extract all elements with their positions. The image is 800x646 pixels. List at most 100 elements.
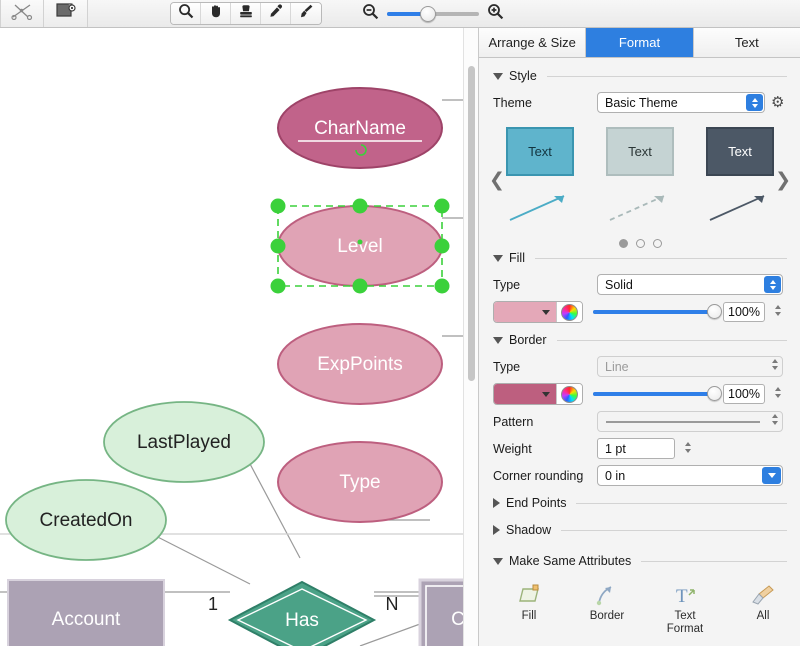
- handle-middle-left: [270, 238, 286, 254]
- fill-opacity-value[interactable]: 100%: [723, 302, 765, 322]
- container-tool-button[interactable]: [44, 0, 88, 27]
- connector-tool-button[interactable]: [0, 0, 44, 27]
- make-same-all-button[interactable]: All: [735, 577, 791, 636]
- fill-color-control[interactable]: [493, 301, 583, 323]
- attr-charname[interactable]: CharName: [277, 87, 443, 169]
- theme-pagination[interactable]: [479, 239, 800, 248]
- section-endpoints-header[interactable]: End Points: [479, 493, 800, 513]
- fill-color-row: 100%: [479, 301, 800, 323]
- border-weight-value: 1 pt: [605, 441, 626, 456]
- handle-top-center: [352, 198, 368, 214]
- canvas-vertical-scrollbar[interactable]: [463, 28, 478, 646]
- border-pattern-stepper[interactable]: [772, 414, 778, 425]
- hand-icon: [208, 3, 224, 24]
- theme-gallery: ❮ ❯ Text Text Text: [479, 121, 800, 248]
- theme-thumbnail-2[interactable]: Text: [606, 127, 674, 229]
- border-opacity-knob[interactable]: [707, 386, 722, 401]
- section-make-same-header[interactable]: Make Same Attributes: [479, 551, 800, 571]
- border-opacity-slider[interactable]: [593, 386, 722, 401]
- border-type-stepper[interactable]: [772, 359, 778, 370]
- make-same-border-label: Border: [589, 610, 625, 622]
- border-weight-stepper[interactable]: [678, 439, 691, 459]
- border-color-wheel-button[interactable]: [556, 384, 582, 404]
- page-dot-3[interactable]: [652, 239, 662, 248]
- theme-stepper[interactable]: [746, 94, 763, 111]
- eyedropper-tool-button[interactable]: [261, 3, 291, 24]
- fill-type-stepper[interactable]: [764, 276, 781, 293]
- chevron-right-icon[interactable]: ❯: [775, 169, 791, 191]
- canvas-scroll-thumb[interactable]: [468, 66, 475, 381]
- fill-color-swatch[interactable]: [494, 302, 556, 322]
- border-opacity-value[interactable]: 100%: [723, 384, 765, 404]
- fill-color-wheel-button[interactable]: [556, 302, 582, 322]
- border-pattern-select[interactable]: [597, 411, 783, 432]
- tab-text[interactable]: Text: [693, 28, 800, 57]
- fill-opacity-slider[interactable]: [593, 304, 722, 319]
- attr-exppoints[interactable]: ExpPoints: [277, 323, 443, 405]
- theme-thumbnail-3[interactable]: Text: [706, 127, 774, 229]
- zoom-slider-knob[interactable]: [420, 6, 437, 22]
- make-same-text-format-button[interactable]: T Text Format: [657, 577, 713, 636]
- fill-opacity-stepper[interactable]: [768, 302, 781, 322]
- entity-account[interactable]: Account: [7, 579, 165, 646]
- attr-lastplayed[interactable]: LastPlayed: [103, 401, 265, 483]
- section-fill-title: Fill: [509, 251, 525, 265]
- border-type-select[interactable]: Line: [597, 356, 783, 377]
- attr-exppoints-label: ExpPoints: [317, 354, 403, 375]
- border-color-control[interactable]: [493, 383, 583, 405]
- border-type-label: Type: [493, 359, 521, 374]
- chevron-down-icon: [493, 336, 503, 344]
- format-painter-tool-button[interactable]: [291, 3, 321, 24]
- page-dot-2[interactable]: [635, 239, 645, 248]
- attr-createdon[interactable]: CreatedOn: [5, 479, 167, 561]
- corner-rounding-select[interactable]: 0 in: [597, 465, 783, 486]
- section-shadow-header[interactable]: Shadow: [479, 520, 800, 540]
- divider: [546, 75, 787, 77]
- entity-character[interactable]: C: [418, 578, 463, 646]
- tab-arrange-size[interactable]: Arrange & Size: [479, 28, 587, 57]
- page-dot-1[interactable]: [618, 239, 628, 248]
- divider: [576, 502, 787, 504]
- section-border-header[interactable]: Border: [479, 330, 800, 350]
- chevron-left-icon[interactable]: ❮: [489, 169, 505, 191]
- corner-rounding-value: 0 in: [605, 468, 626, 483]
- section-style-header[interactable]: Style: [479, 66, 800, 86]
- zoom-in-icon[interactable]: [487, 3, 504, 25]
- zoom-out-icon[interactable]: [362, 3, 379, 25]
- theme-thumbnail-1[interactable]: Text: [506, 127, 574, 229]
- theme-thumbnail-1-arrow: [506, 190, 574, 229]
- attr-createdon-label: CreatedOn: [40, 510, 133, 531]
- fill-opacity-knob[interactable]: [707, 304, 722, 319]
- pan-tool-button[interactable]: [201, 3, 231, 24]
- relationship-has-label: Has: [285, 610, 319, 631]
- relationship-has[interactable]: Has: [227, 580, 377, 646]
- border-opacity-stepper[interactable]: [768, 384, 781, 404]
- theme-label: Theme: [493, 95, 532, 110]
- border-pattern-row: Pattern: [479, 411, 800, 432]
- theme-select[interactable]: Basic Theme: [597, 92, 765, 113]
- make-same-text-format-label: Text Format: [666, 610, 704, 635]
- make-same-border-button[interactable]: Border: [579, 577, 635, 636]
- corner-rounding-label: Corner rounding: [493, 468, 584, 483]
- cardinality-one: 1: [208, 594, 218, 614]
- border-weight-input[interactable]: 1 pt: [597, 438, 675, 459]
- magnifier-icon: [178, 3, 194, 24]
- attr-level[interactable]: Level: [270, 198, 450, 294]
- chevron-down-icon: [493, 72, 503, 80]
- chevron-right-icon: [493, 525, 500, 535]
- zoom-tool-button[interactable]: [171, 3, 201, 24]
- border-weight-label: Weight: [493, 441, 532, 456]
- gear-icon[interactable]: ⚙: [771, 95, 784, 110]
- corner-rounding-chevron[interactable]: [762, 467, 781, 484]
- border-color-swatch[interactable]: [494, 384, 556, 404]
- section-fill-header[interactable]: Fill: [479, 248, 800, 268]
- border-color-row: 100%: [479, 383, 800, 405]
- fill-type-value: Solid: [605, 277, 633, 292]
- tab-format[interactable]: Format: [586, 28, 694, 57]
- stamp-tool-button[interactable]: [231, 3, 261, 24]
- make-same-fill-button[interactable]: Fill: [501, 577, 557, 636]
- fill-type-select[interactable]: Solid: [597, 274, 783, 295]
- attr-type[interactable]: Type: [277, 441, 443, 523]
- zoom-slider[interactable]: [387, 6, 479, 22]
- diagram-canvas[interactable]: CharName Level ExpPoints Type LastPlayed…: [0, 28, 478, 646]
